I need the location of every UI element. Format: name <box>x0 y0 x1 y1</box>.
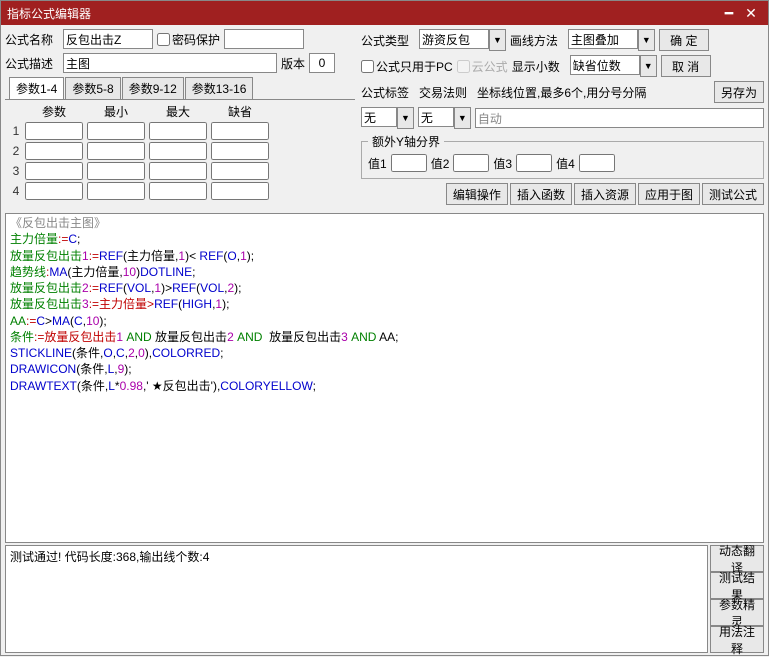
param-4-name[interactable] <box>25 182 83 200</box>
crosshair-label: 坐标线位置,最多6个,用分号分隔 <box>477 84 646 101</box>
name-input[interactable] <box>63 29 153 49</box>
usage-button[interactable]: 用法注释 <box>710 626 764 653</box>
tab-params-13-16[interactable]: 参数13-16 <box>185 77 254 99</box>
type-label: 公式类型 <box>361 32 415 49</box>
pc-only-checkbox[interactable]: 公式只用于PC <box>361 58 453 75</box>
tab-params-5-8[interactable]: 参数5-8 <box>65 77 120 99</box>
decimals-label: 显示小数 <box>512 58 566 75</box>
y2-input[interactable] <box>453 154 489 172</box>
param-1-name[interactable] <box>25 122 83 140</box>
draw-label: 画线方法 <box>510 32 564 49</box>
param-header-name: 参数 <box>23 102 85 121</box>
applyto-button[interactable]: 应用于图 <box>638 183 700 205</box>
saveas-button[interactable]: 另存为 <box>714 81 764 103</box>
param-2-max[interactable] <box>149 142 207 160</box>
extra-y-fieldset: 额外Y轴分界 值1 值2 值3 值4 <box>361 133 764 179</box>
y3-input[interactable] <box>516 154 552 172</box>
cancel-button[interactable]: 取 消 <box>661 55 711 77</box>
code-editor[interactable]: 《反包出击主图》 主力倍量:=C; 放量反包出击1:=REF(主力倍量,1)< … <box>5 213 764 543</box>
param-3-min[interactable] <box>87 162 145 180</box>
minimize-icon[interactable]: ━ <box>718 5 740 22</box>
chevron-down-icon[interactable]: ▼ <box>640 55 657 77</box>
param-4-max[interactable] <box>149 182 207 200</box>
tag-select[interactable] <box>361 107 397 127</box>
status-text: 测试通过! 代码长度:368,输出线个数:4 <box>5 545 708 653</box>
password-checkbox[interactable]: 密码保护 <box>157 31 220 48</box>
draw-select[interactable] <box>568 29 638 49</box>
param-header-max: 最大 <box>147 102 209 121</box>
y4-input[interactable] <box>579 154 615 172</box>
param-2-name[interactable] <box>25 142 83 160</box>
test-button[interactable]: 测试公式 <box>702 183 764 205</box>
chevron-down-icon[interactable]: ▼ <box>454 107 471 129</box>
traderule-select[interactable] <box>418 107 454 127</box>
crosshair-input[interactable] <box>475 108 764 128</box>
chevron-down-icon[interactable]: ▼ <box>397 107 414 129</box>
param-1-default[interactable] <box>211 122 269 140</box>
param-1-max[interactable] <box>149 122 207 140</box>
param-2-min[interactable] <box>87 142 145 160</box>
tab-params-1-4[interactable]: 参数1-4 <box>9 77 64 99</box>
password-input[interactable] <box>224 29 304 49</box>
param-header-default: 缺省 <box>209 102 271 121</box>
desc-input[interactable] <box>63 53 277 73</box>
traderule-label: 交易法则 <box>419 84 473 101</box>
version-label: 版本 <box>281 55 305 72</box>
type-select[interactable] <box>419 29 489 49</box>
tag-label: 公式标签 <box>361 84 415 101</box>
name-label: 公式名称 <box>5 31 59 48</box>
insfunc-button[interactable]: 插入函数 <box>510 183 572 205</box>
param-4-default[interactable] <box>211 182 269 200</box>
desc-label: 公式描述 <box>5 55 59 72</box>
param-3-max[interactable] <box>149 162 207 180</box>
decimals-select[interactable] <box>570 55 640 75</box>
tab-params-9-12[interactable]: 参数9-12 <box>122 77 184 99</box>
param-header-min: 最小 <box>85 102 147 121</box>
chevron-down-icon[interactable]: ▼ <box>489 29 506 51</box>
chevron-down-icon[interactable]: ▼ <box>638 29 655 51</box>
param-4-min[interactable] <box>87 182 145 200</box>
ok-button[interactable]: 确 定 <box>659 29 709 51</box>
editop-button[interactable]: 编辑操作 <box>446 183 508 205</box>
cloud-checkbox: 云公式 <box>457 58 508 75</box>
param-tabs: 参数1-4 参数5-8 参数9-12 参数13-16 <box>5 77 355 100</box>
version-input[interactable] <box>309 53 335 73</box>
close-icon[interactable]: ✕ <box>740 5 762 22</box>
param-2-default[interactable] <box>211 142 269 160</box>
extra-y-legend: 额外Y轴分界 <box>368 133 444 150</box>
window-title: 指标公式编辑器 <box>7 5 718 22</box>
y1-input[interactable] <box>391 154 427 172</box>
param-3-default[interactable] <box>211 162 269 180</box>
param-1-min[interactable] <box>87 122 145 140</box>
param-3-name[interactable] <box>25 162 83 180</box>
insres-button[interactable]: 插入资源 <box>574 183 636 205</box>
